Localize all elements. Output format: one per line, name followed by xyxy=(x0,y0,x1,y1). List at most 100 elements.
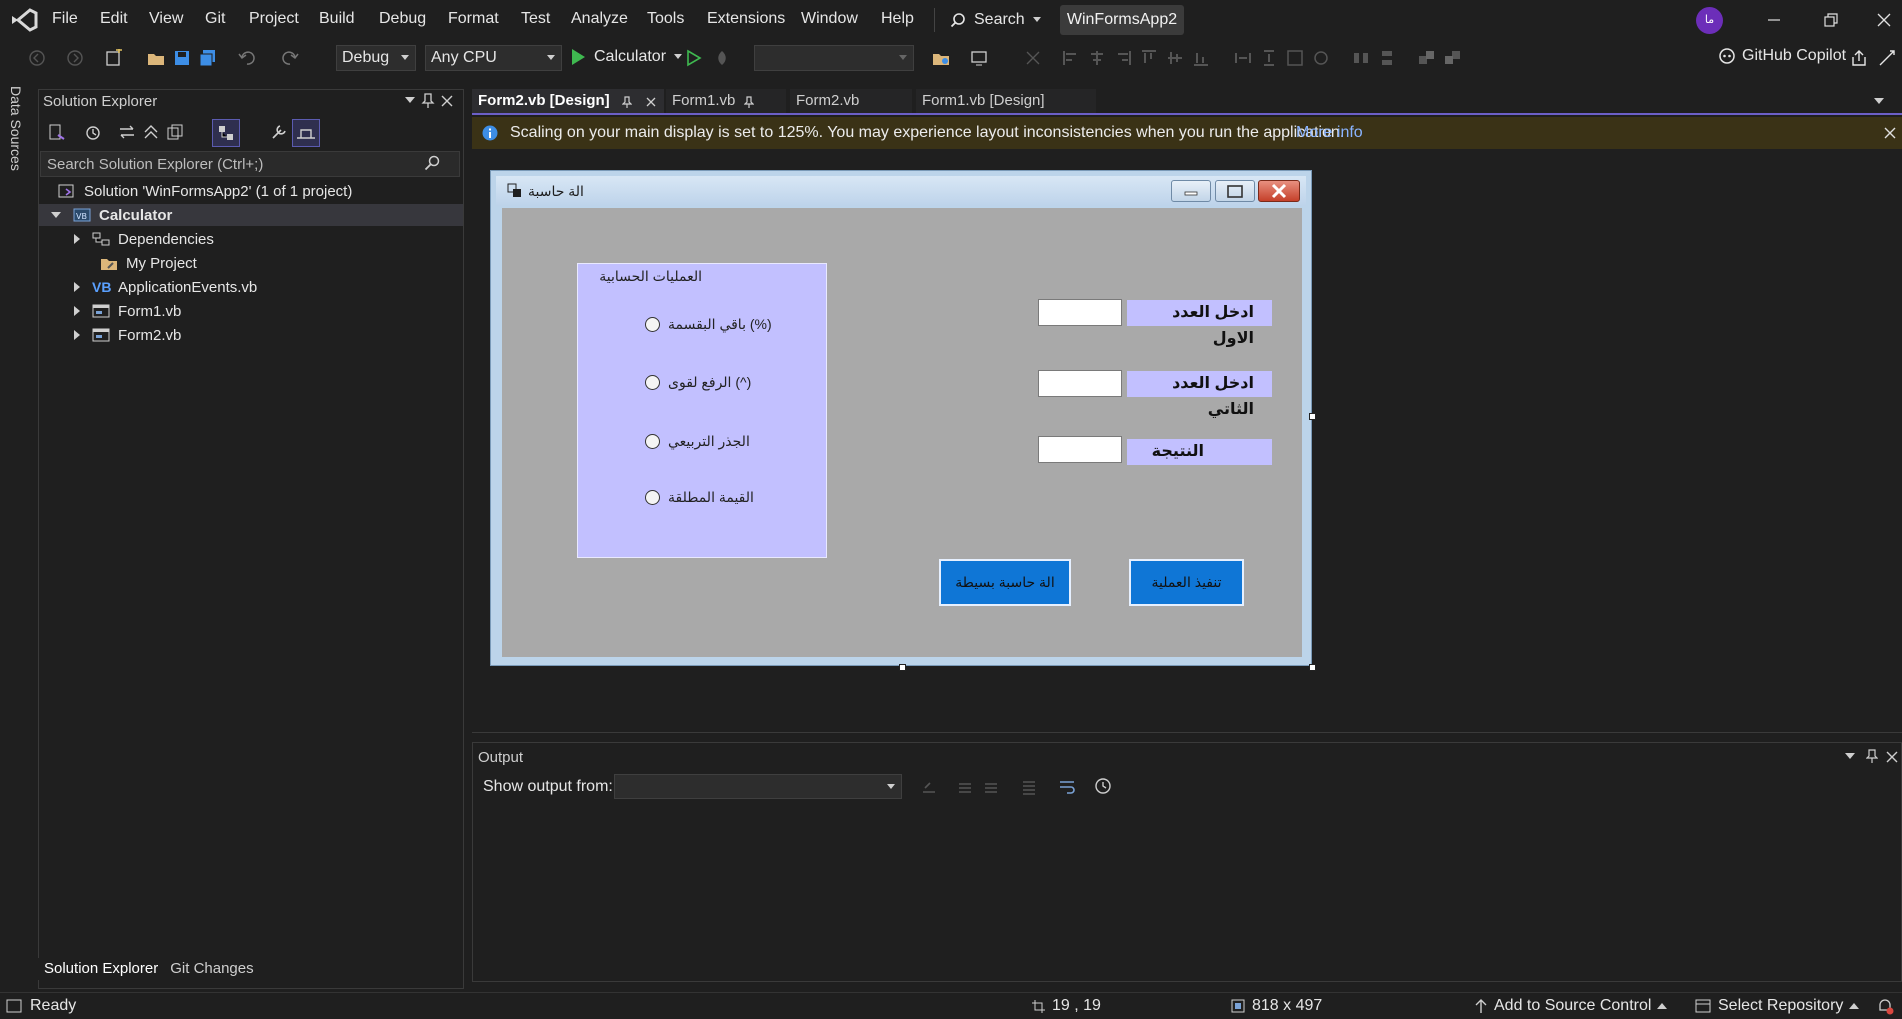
tab-form2-vb[interactable]: Form2.vb xyxy=(790,89,912,113)
make-same-width-icon[interactable] xyxy=(1234,49,1252,67)
radio-dot[interactable] xyxy=(645,317,660,332)
previous-message-icon[interactable] xyxy=(956,778,974,796)
radio-dot[interactable] xyxy=(645,434,660,449)
feedback-icon[interactable] xyxy=(1878,49,1896,67)
zoom-icon[interactable] xyxy=(1312,49,1330,67)
align-lefts-icon[interactable] xyxy=(1062,49,1080,67)
simple-calculator-button[interactable]: الة حاسبة بسيطة xyxy=(939,559,1071,606)
menu-format[interactable]: Format xyxy=(448,10,499,28)
pending-changes-icon[interactable] xyxy=(84,123,102,141)
timestamp-icon[interactable] xyxy=(1094,777,1112,795)
menu-debug[interactable]: Debug xyxy=(379,10,426,28)
align-centers-icon[interactable] xyxy=(1088,49,1106,67)
open-folder-icon[interactable] xyxy=(147,49,165,67)
resize-handle-bottom[interactable] xyxy=(899,664,906,671)
second-number-input[interactable] xyxy=(1038,370,1122,397)
panel-close-icon[interactable] xyxy=(1886,751,1898,763)
visual-studio-logo-icon[interactable] xyxy=(10,8,38,32)
github-copilot-button[interactable]: GitHub Copilot xyxy=(1718,47,1846,65)
align-middles-icon[interactable] xyxy=(1166,49,1184,67)
panel-menu-chevron-icon[interactable] xyxy=(405,97,415,103)
tree-node-my-project[interactable]: My Project xyxy=(100,252,197,274)
redo-icon[interactable] xyxy=(281,49,299,67)
menu-edit[interactable]: Edit xyxy=(100,10,128,28)
avatar[interactable]: ما xyxy=(1696,7,1723,34)
menu-window[interactable]: Window xyxy=(801,10,858,28)
sync-icon[interactable] xyxy=(118,123,136,141)
panel-menu-chevron-icon[interactable] xyxy=(1845,753,1855,759)
project-node[interactable]: VB Calculator xyxy=(51,204,172,226)
switch-views-icon[interactable] xyxy=(48,123,66,141)
properties-wrench-icon[interactable] xyxy=(270,123,288,141)
pin-icon[interactable] xyxy=(421,93,435,109)
collapse-icon[interactable] xyxy=(51,212,61,218)
stack-frame-select[interactable] xyxy=(754,45,914,71)
search-button[interactable]: Search xyxy=(950,9,1041,31)
tab-form1-design[interactable]: Form1.vb [Design] xyxy=(916,89,1096,113)
panel-close-icon[interactable] xyxy=(441,95,453,107)
tab-overflow-chevron-icon[interactable] xyxy=(1874,98,1884,104)
new-project-icon[interactable] xyxy=(105,49,123,67)
snap-grid-icon[interactable] xyxy=(1024,49,1042,67)
radio-power[interactable]: الرفع لقوى (^) xyxy=(645,374,751,391)
collapse-all-icon[interactable] xyxy=(142,123,160,141)
solution-node[interactable]: Solution 'WinFormsApp2' (1 of 1 project) xyxy=(58,180,352,202)
output-source-select[interactable] xyxy=(614,774,902,799)
clear-all-icon[interactable] xyxy=(1020,778,1038,796)
show-all-files-icon[interactable] xyxy=(166,123,184,141)
form-close-button[interactable] xyxy=(1258,180,1300,202)
start-debugging-button[interactable]: Calculator xyxy=(570,48,683,66)
pin-icon[interactable] xyxy=(622,96,632,108)
menu-tools[interactable]: Tools xyxy=(647,10,684,28)
expand-icon[interactable] xyxy=(74,234,80,244)
notifications-icon[interactable] xyxy=(1876,997,1894,1015)
execute-operation-button[interactable]: تنفيذ العملية xyxy=(1129,559,1244,606)
tab-solution-explorer[interactable]: Solution Explorer xyxy=(38,958,165,980)
align-bottoms-icon[interactable] xyxy=(1192,49,1210,67)
make-same-height-icon[interactable] xyxy=(1260,49,1278,67)
radio-modulo[interactable]: باقي البقسمة (%) xyxy=(645,316,772,333)
expand-icon[interactable] xyxy=(74,282,80,292)
undo-icon[interactable] xyxy=(238,49,256,67)
restore-icon[interactable] xyxy=(1819,8,1843,32)
radio-square-root[interactable]: الجذر التربيعي xyxy=(645,433,750,450)
minimize-icon[interactable] xyxy=(1762,8,1786,32)
first-number-input[interactable] xyxy=(1038,299,1122,326)
menu-view[interactable]: View xyxy=(149,10,183,28)
close-icon[interactable] xyxy=(1872,8,1896,32)
menu-help[interactable]: Help xyxy=(881,10,914,28)
resize-handle-corner[interactable] xyxy=(1309,664,1316,671)
word-wrap-icon[interactable] xyxy=(1058,777,1076,795)
send-to-back-icon[interactable] xyxy=(1444,49,1462,67)
forward-icon[interactable] xyxy=(66,49,84,67)
menu-extensions[interactable]: Extensions xyxy=(707,10,785,28)
next-message-icon[interactable] xyxy=(982,778,1000,796)
result-input[interactable] xyxy=(1038,436,1122,463)
menu-analyze[interactable]: Analyze xyxy=(571,10,628,28)
more-info-link[interactable]: More info xyxy=(1296,124,1363,142)
expand-icon[interactable] xyxy=(74,330,80,340)
share-icon[interactable] xyxy=(1850,49,1868,67)
radio-absolute-value[interactable]: القيمة المطلقة xyxy=(645,489,754,506)
data-sources-tab[interactable]: Data Sources xyxy=(8,86,30,186)
close-tab-icon[interactable] xyxy=(646,97,656,107)
bring-to-front-icon[interactable] xyxy=(1418,49,1436,67)
tab-git-changes[interactable]: Git Changes xyxy=(164,958,259,980)
radio-dot[interactable] xyxy=(645,375,660,390)
resize-handle-right[interactable] xyxy=(1309,413,1316,420)
tree-node-dependencies[interactable]: Dependencies xyxy=(74,228,214,250)
solution-folder-icon[interactable] xyxy=(932,49,950,67)
hot-reload-icon[interactable] xyxy=(713,49,731,67)
form-minimize-button[interactable] xyxy=(1171,180,1211,202)
filter-toggle[interactable] xyxy=(212,119,240,147)
select-repository-button[interactable]: Select Repository xyxy=(1694,997,1860,1015)
platform-select[interactable]: Any CPU xyxy=(425,45,562,71)
menu-git[interactable]: Git xyxy=(205,10,225,28)
dismiss-icon[interactable] xyxy=(1884,127,1896,139)
preview-selected-toggle[interactable] xyxy=(292,119,320,147)
tab-form1-vb[interactable]: Form1.vb xyxy=(666,89,786,113)
save-all-icon[interactable] xyxy=(199,49,217,67)
pin-icon[interactable] xyxy=(744,96,754,108)
size-to-grid-icon[interactable] xyxy=(1286,49,1304,67)
add-to-source-control-button[interactable]: Add to Source Control xyxy=(1474,997,1668,1015)
